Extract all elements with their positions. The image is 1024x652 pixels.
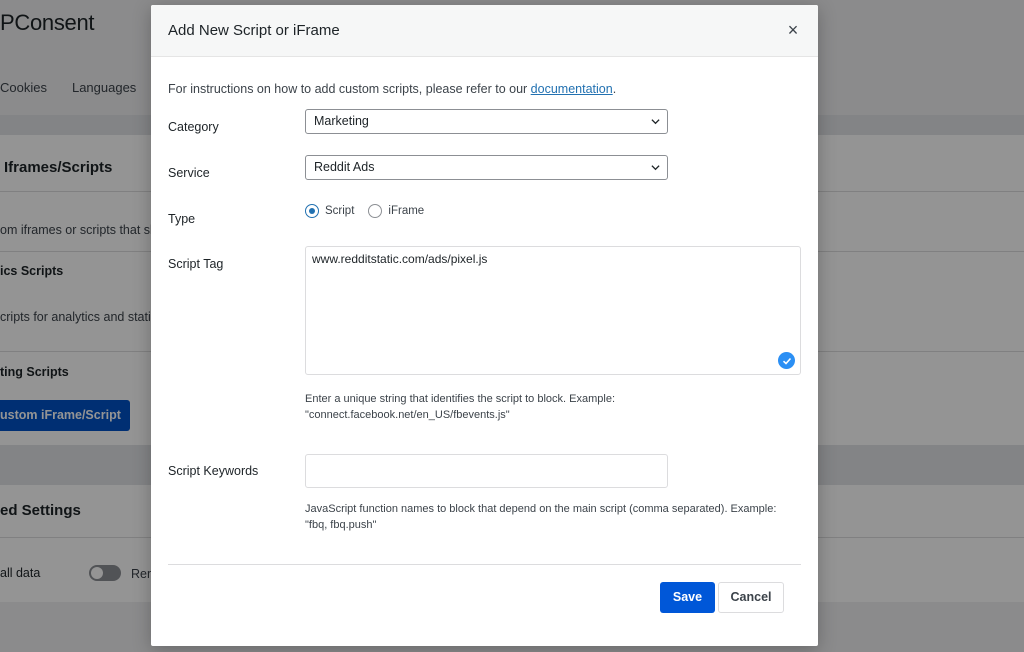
script-tag-textarea[interactable]: www.redditstatic.com/ads/pixel.js — [305, 246, 801, 375]
category-value: Marketing — [314, 114, 369, 128]
script-tag-label: Script Tag — [168, 257, 224, 271]
intro-text-end: . — [612, 82, 617, 96]
add-script-modal: Add New Script or iFrame × For instructi… — [151, 5, 818, 646]
documentation-link[interactable]: documentation — [531, 82, 613, 96]
type-radio-group: Script iFrame — [305, 204, 438, 218]
script-keywords-input[interactable] — [305, 454, 668, 488]
category-label: Category — [168, 120, 219, 134]
service-label: Service — [168, 166, 210, 180]
script-keywords-help: JavaScript function names to block that … — [305, 501, 776, 533]
intro-text-body: For instructions on how to add custom sc… — [168, 82, 531, 96]
script-tag-help-line2: "connect.facebook.net/en_US/fbevents.js" — [305, 409, 510, 421]
service-value: Reddit Ads — [314, 160, 375, 174]
chevron-down-icon — [651, 119, 660, 125]
script-keywords-help-line2: "fbq, fbq.push" — [305, 519, 377, 531]
intro-text: For instructions on how to add custom sc… — [168, 82, 616, 96]
script-tag-help-line1: Enter a unique string that identifies th… — [305, 393, 615, 405]
script-tag-help: Enter a unique string that identifies th… — [305, 391, 615, 423]
modal-title: Add New Script or iFrame — [168, 22, 340, 39]
script-keywords-label: Script Keywords — [168, 464, 259, 478]
script-tag-value: www.redditstatic.com/ads/pixel.js — [312, 252, 488, 266]
type-iframe-label[interactable]: iFrame — [388, 205, 424, 217]
category-select[interactable]: Marketing — [305, 109, 668, 134]
chevron-down-icon — [651, 165, 660, 171]
cancel-button[interactable]: Cancel — [718, 582, 784, 613]
footer-divider — [168, 564, 801, 565]
save-button[interactable]: Save — [660, 582, 715, 613]
script-keywords-help-line1: JavaScript function names to block that … — [305, 503, 777, 515]
type-script-radio[interactable] — [305, 204, 319, 218]
service-select[interactable]: Reddit Ads — [305, 155, 668, 180]
type-iframe-radio[interactable] — [368, 204, 383, 218]
type-script-label[interactable]: Script — [325, 205, 354, 217]
modal-header: Add New Script or iFrame × — [151, 5, 818, 57]
close-icon[interactable]: × — [782, 19, 804, 41]
type-label: Type — [168, 212, 196, 226]
checkmark-icon — [778, 352, 795, 369]
